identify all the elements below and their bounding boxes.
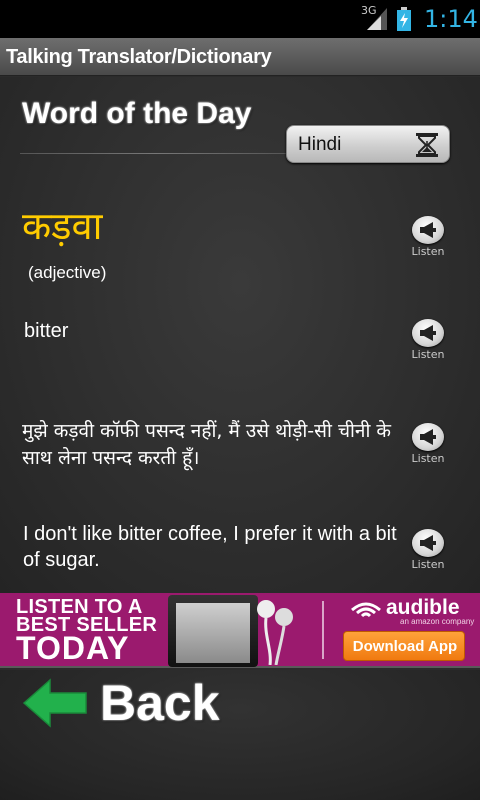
back-button[interactable]: Back [22,674,232,734]
listen-example-english-button[interactable]: Listen [403,529,453,579]
listen-label: Listen [411,348,445,361]
bottom-nav: Back [0,670,480,800]
megaphone-icon [420,325,436,341]
divider [20,153,290,154]
download-app-label: Download App [352,638,458,655]
example-sentence-english: I don't like bitter coffee, I prefer it … [23,523,397,571]
meaning: bitter [24,320,69,342]
listen-label: Listen [411,452,445,465]
listen-meaning-button[interactable]: Listen [403,319,453,369]
download-app-button[interactable]: Download App [343,631,465,661]
language-label: Hindi [298,134,342,155]
ad-separator [322,601,324,659]
status-bar: 3G 1:14 [0,0,480,38]
language-selector-button[interactable]: Hindi [286,125,450,163]
page-title: Word of the Day [22,97,252,130]
earbuds-icon [257,600,293,665]
ad-brand-subtitle: an amazon company [400,617,475,626]
hourglass-icon [416,133,438,157]
example-sentence-hindi: मुझे कड़वी कॉफी पसन्द नहीं, मैं उसे थोड़… [22,420,392,469]
audible-logo-icon [351,602,381,618]
title-bar: Talking Translator/Dictionary [0,38,480,76]
back-arrow-icon [22,678,87,728]
battery-charging-icon [397,7,411,31]
app-title: Talking Translator/Dictionary [6,46,272,68]
part-of-speech: (adjective) [28,263,107,282]
listen-word-button[interactable]: Listen [403,216,453,266]
ad-headline-3: TODAY [16,630,130,666]
word-of-the-day-panel: Word of the Day Hindi कड़वा Listen (adje… [0,77,480,593]
listen-label: Listen [411,558,445,571]
listen-example-hindi-button[interactable]: Listen [403,423,453,473]
back-label: Back [100,675,220,731]
signal-icon [367,8,387,30]
clock: 1:14 [424,5,478,33]
ad-phone-image [168,595,258,667]
megaphone-icon [420,429,436,445]
word: कड़वा [22,204,103,248]
megaphone-icon [420,222,436,238]
megaphone-icon [420,535,436,551]
listen-label: Listen [411,245,445,258]
